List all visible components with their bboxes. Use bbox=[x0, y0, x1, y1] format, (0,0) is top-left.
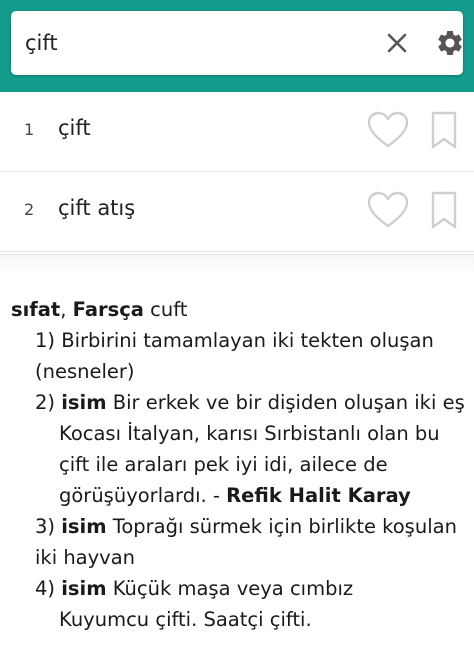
result-number: 2 bbox=[24, 200, 35, 219]
list-item[interactable]: 1 çift bbox=[0, 92, 474, 172]
sense-tag: isim bbox=[61, 391, 107, 414]
app-header bbox=[0, 0, 474, 92]
example-sentence: Kuyumcu çifti. Saatçi çifti. bbox=[11, 604, 469, 635]
result-word: çift bbox=[58, 116, 91, 140]
close-icon bbox=[387, 33, 407, 53]
gear-icon bbox=[438, 30, 462, 55]
sense-number: 3) bbox=[35, 515, 56, 538]
example-text: Kuyumcu çifti. Saatçi çifti. bbox=[59, 608, 312, 631]
sense-text: Bir erkek ve bir dişiden oluşan iki eş bbox=[112, 391, 465, 414]
sense-number: 4) bbox=[35, 577, 56, 600]
sense-3: 3) isim Toprağı sürmek için birlikte koş… bbox=[11, 511, 469, 573]
part-of-speech: sıfat bbox=[11, 298, 61, 321]
origin-language: Farsça bbox=[72, 298, 144, 321]
sense-1: 1) Birbirini tamamlayan iki tekten oluşa… bbox=[11, 325, 469, 387]
settings-button[interactable] bbox=[430, 23, 470, 63]
result-word: çift atış bbox=[58, 196, 136, 220]
search-input[interactable] bbox=[25, 23, 365, 63]
bookmark-icon[interactable] bbox=[428, 110, 460, 150]
sense-tag: isim bbox=[61, 515, 107, 538]
results-list: 1 çift 2 çift atış bbox=[0, 92, 474, 252]
definition-panel: sıfat, Farsça cuft 1) Birbirini tamamlay… bbox=[11, 294, 469, 635]
list-item[interactable]: 2 çift atış bbox=[0, 172, 474, 252]
definition-header: sıfat, Farsça cuft bbox=[11, 298, 188, 321]
heart-icon[interactable] bbox=[366, 190, 410, 230]
sense-4: 4) isim Küçük maşa veya cımbız bbox=[11, 573, 469, 604]
bookmark-icon[interactable] bbox=[428, 190, 460, 230]
sense-2: 2) isim Bir erkek ve bir dişiden oluşan … bbox=[11, 387, 469, 418]
sense-text: Birbirini tamamlayan iki tekten oluşan (… bbox=[35, 329, 434, 383]
sense-tag: isim bbox=[61, 577, 107, 600]
sense-number: 1) bbox=[35, 329, 56, 352]
clear-search-button[interactable] bbox=[377, 23, 417, 63]
heart-icon[interactable] bbox=[366, 110, 410, 150]
example-author: Refik Halit Karay bbox=[226, 484, 411, 507]
panel-divider bbox=[0, 254, 474, 276]
origin-word: cuft bbox=[150, 298, 188, 321]
result-number: 1 bbox=[24, 120, 35, 139]
search-box bbox=[11, 11, 463, 75]
sense-number: 2) bbox=[35, 391, 56, 414]
sense-text: Küçük maşa veya cımbız bbox=[112, 577, 354, 600]
example-sentence: Kocası İtalyan, karısı Sırbistanlı olan … bbox=[11, 418, 469, 511]
